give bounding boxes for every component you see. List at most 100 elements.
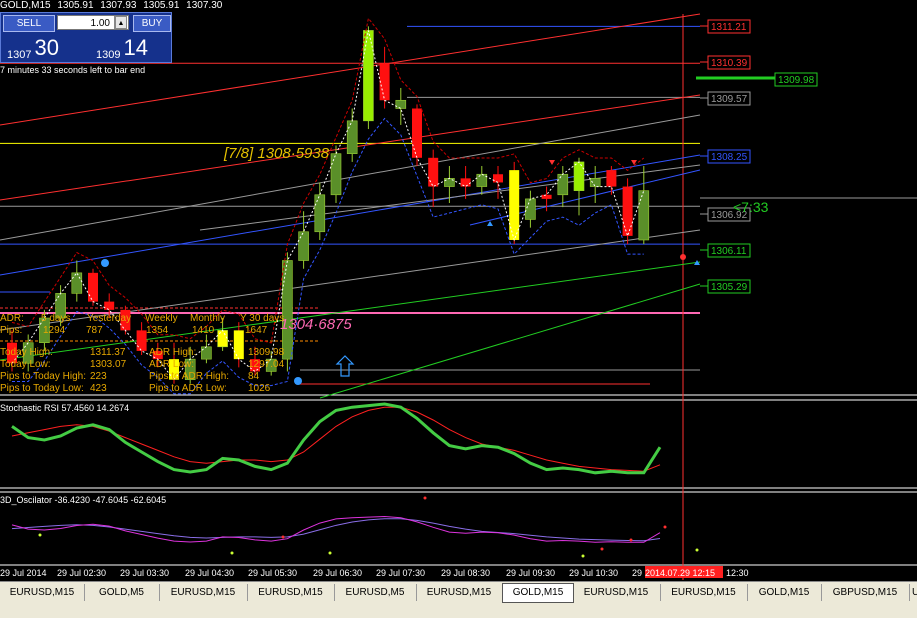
oscillator-title: 3D_Oscilator -36.4230 -47.6045 -62.6045 [0,495,166,505]
tab-eurusd-m15[interactable]: EURUSD,M15 [0,584,85,601]
tab-eurusd-m5[interactable]: EURUSD,M5 [334,584,417,601]
tab-gold-m5[interactable]: GOLD,M5 [84,584,160,601]
oscillator-dot [600,547,604,551]
tab-eurusd-m15[interactable]: EURUSD,M15 [572,584,661,601]
adr-header-cell: Monthly [190,313,225,324]
stochastic-rsi-panel [11,402,662,475]
candle-body [622,186,633,236]
candle-body [314,194,326,233]
stoch-rsi-line [11,402,662,475]
tab-eurusd-m15[interactable]: EURUSD,M15 [159,584,248,601]
oscillator-dot [663,525,667,529]
adr-stat-label: ADR Low: [149,359,194,370]
swing-dot [101,259,109,267]
trend-channel-line [319,283,701,399]
trend-channel-line [0,261,701,361]
price-level-label: 1311.21 [711,22,747,33]
up-arrow-icon [487,221,493,226]
candle-body [298,231,309,261]
chart-header: GOLD,M15 1305.91 1307.93 1305.91 1307.30 [0,0,226,12]
tab-gold-m15[interactable]: GOLD,M15 [502,583,574,603]
adr-stat-label: ADR High: [149,347,196,358]
candle-body [541,194,552,199]
adr-stat-value: 423 [90,383,107,394]
close-value: 1307.30 [186,0,223,11]
chart-canvas: 1311.21 1310.39 1309.98 1309.57 1308.25 1306.… [0,13,917,580]
stoch-signal-line [11,406,661,472]
adr-pips-cell: 1410 [192,325,215,336]
candle-body [201,346,212,360]
candle-body [428,157,439,187]
lot-increase-arrow-icon[interactable]: ▲ [115,16,127,29]
fib-level-label: 1304·6875 [280,316,352,333]
stochastic-rsi-title: Stochastic RSI 57.4560 14.2674 [0,403,129,413]
oscillator-dot [230,551,234,555]
price-level-label: 1306.11 [711,246,747,257]
candle-body [557,173,569,196]
adr-pips-cell: 1354 [146,325,169,336]
ask-price[interactable]: 1309 14 [96,35,148,61]
oscillator-dot [423,496,427,500]
adr-stat-value: 1297.04 [248,359,285,370]
buy-button[interactable]: BUY [133,15,171,32]
time-axis-label: 29 Jul 05:30 [248,568,297,578]
adr-stat-label: Pips to Today High: [0,371,86,382]
bar-countdown: 7 minutes 33 seconds left to bar end [0,65,146,75]
fib-level-label: [7/8] 1308·5938 [223,145,330,162]
low-value: 1305.91 [143,0,180,11]
candle-body [525,198,536,220]
candle-body [104,301,115,310]
time-axis-label: 29 [632,568,642,578]
tab-eurusd-m15[interactable]: EURUSD,M15 [416,584,503,601]
oscillator-dot [695,548,699,552]
oscillator-dot [581,554,585,558]
tab-us[interactable]: US [909,584,917,601]
candle-body [233,330,244,360]
candle-body [282,260,293,360]
bar-timer-label: <7:33 [733,199,769,215]
time-axis-label: 29 Jul 02:30 [57,568,106,578]
oscillator-dot [38,533,42,537]
candle-body [395,99,407,109]
tab-eurusd-m15[interactable]: EURUSD,M15 [247,584,335,601]
adr-pips-cell: Pips: [0,325,22,336]
candle-body [71,272,83,294]
bid-prefix: 1307 [7,49,32,61]
adr-stat-label: Pips to ADR High: [149,371,229,382]
time-axis-label: 29 Jul 10:30 [569,568,618,578]
time-axis: 29 Jul 2014 29 Jul 02:30 29 Jul 03:30 29 Ju… [0,566,749,578]
oscillator-dot [328,551,332,555]
price-level-label: 1309.98 [778,75,815,86]
bid-price[interactable]: 1307 30 [7,35,59,61]
oscillator-dot [629,538,633,542]
candle-body [460,178,471,187]
candle-body [573,161,585,191]
adr-pips-cell: 1647 [245,325,268,336]
price-level-label: 1305.29 [711,282,748,293]
adr-stat-value: 1309.98 [248,347,285,358]
time-axis-label: 12:30 [726,568,749,578]
swing-dot [294,377,302,385]
tab-eurusd-m15[interactable]: EURUSD,M15 [660,584,748,601]
adr-stat-label: Pips to ADR Low: [149,383,227,394]
tab-gold-m15[interactable]: GOLD,M15 [747,584,822,601]
price-level-label: 1309.57 [711,94,748,105]
adr-stat-value: 1026 [248,383,271,394]
candle-body [217,330,228,348]
trend-channel-line [469,169,701,226]
candle-body [379,63,390,101]
candle-body [589,178,601,187]
candle-body [606,170,617,187]
adr-header-cell: ADR: [0,313,24,324]
tab-gbpusd-m15[interactable]: GBPUSD,M15 [821,584,910,601]
ask-prefix: 1309 [96,49,121,61]
time-axis-label: 29 Jul 06:30 [313,568,362,578]
ask-big: 14 [123,35,148,60]
candle-body [88,272,98,302]
sell-button[interactable]: SELL [3,15,55,32]
candle-body [330,153,342,196]
time-axis-label: 29 Jul 04:30 [185,568,234,578]
adr-header-cell: Y 30 days [240,313,284,324]
adr-pips-cell: 1294 [43,325,66,336]
price-level-labels: 1311.21 1310.39 1309.98 1309.57 1308.25 1306.… [700,19,818,294]
